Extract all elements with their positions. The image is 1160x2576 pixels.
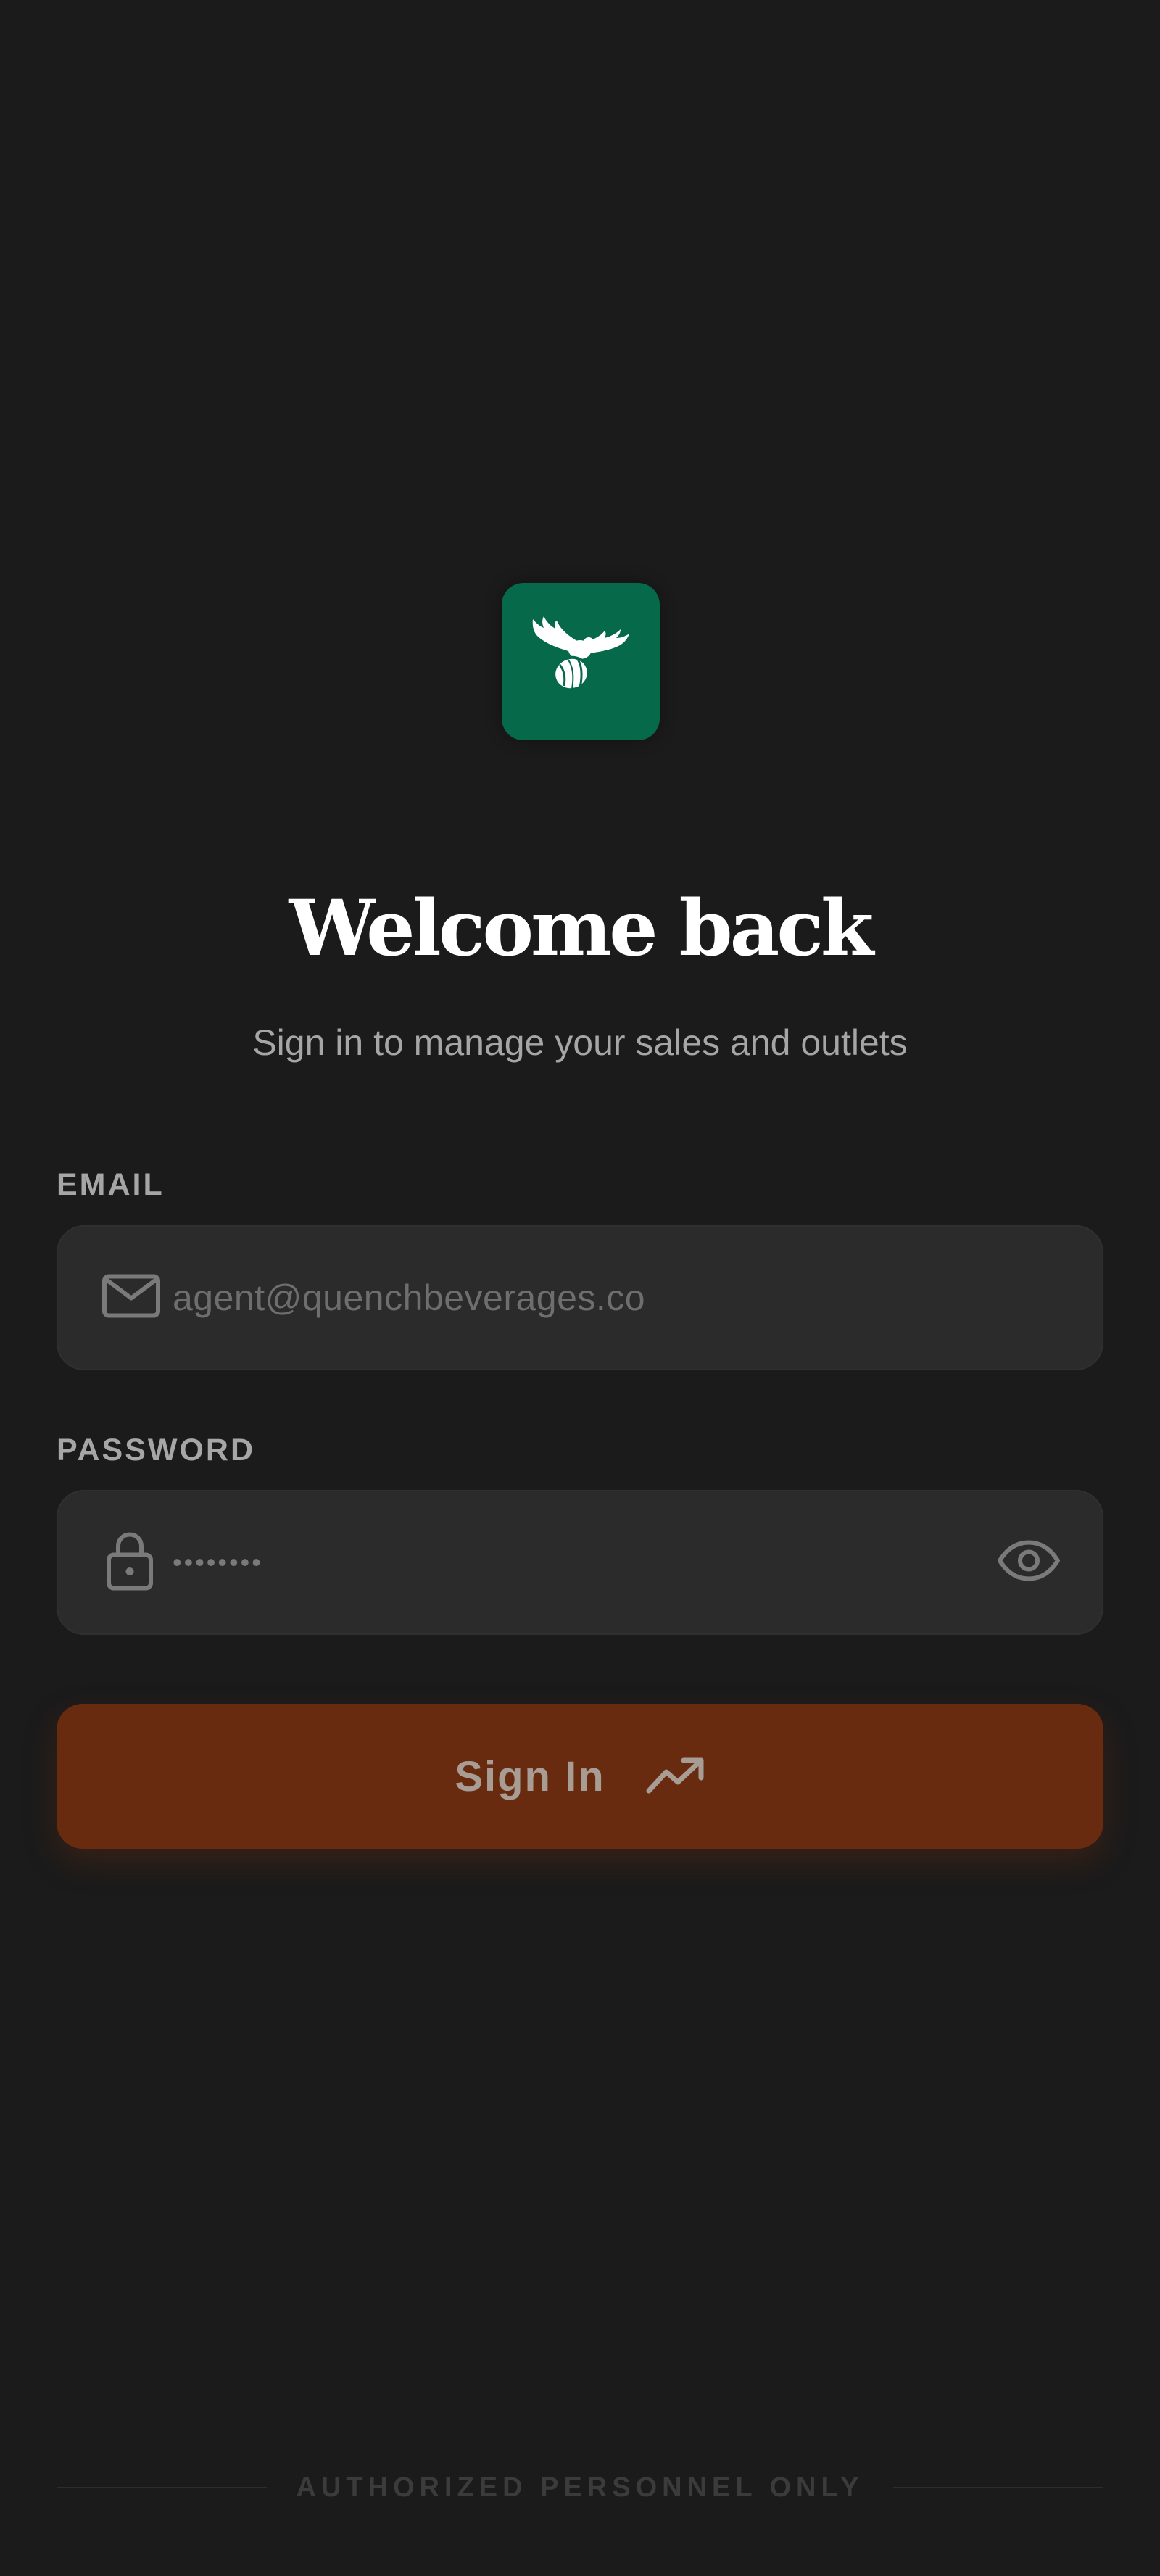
page-title: Welcome back <box>289 882 874 973</box>
eagle-carrying-barrel-icon <box>532 616 629 692</box>
lock-icon <box>106 1531 154 1595</box>
footer-notice: AUTHORIZED PERSONNEL ONLY <box>296 2472 864 2503</box>
trending-up-icon <box>646 1755 705 1799</box>
page-subtitle: Sign in to manage your sales and outlets <box>252 1022 908 1063</box>
email-field[interactable]: agent@quenchbeverages.co <box>57 1225 1103 1370</box>
sign-in-label: Sign In <box>455 1752 605 1800</box>
app-logo <box>502 583 660 740</box>
password-field[interactable]: •••••••• <box>57 1490 1103 1635</box>
eye-icon[interactable] <box>996 1539 1061 1586</box>
password-label: PASSWORD <box>57 1433 256 1467</box>
email-placeholder: agent@quenchbeverages.co <box>173 1277 646 1318</box>
sign-in-button[interactable]: Sign In <box>57 1704 1103 1849</box>
password-value: •••••••• <box>173 1547 263 1577</box>
mail-icon <box>102 1274 161 1322</box>
email-label: EMAIL <box>57 1167 165 1202</box>
